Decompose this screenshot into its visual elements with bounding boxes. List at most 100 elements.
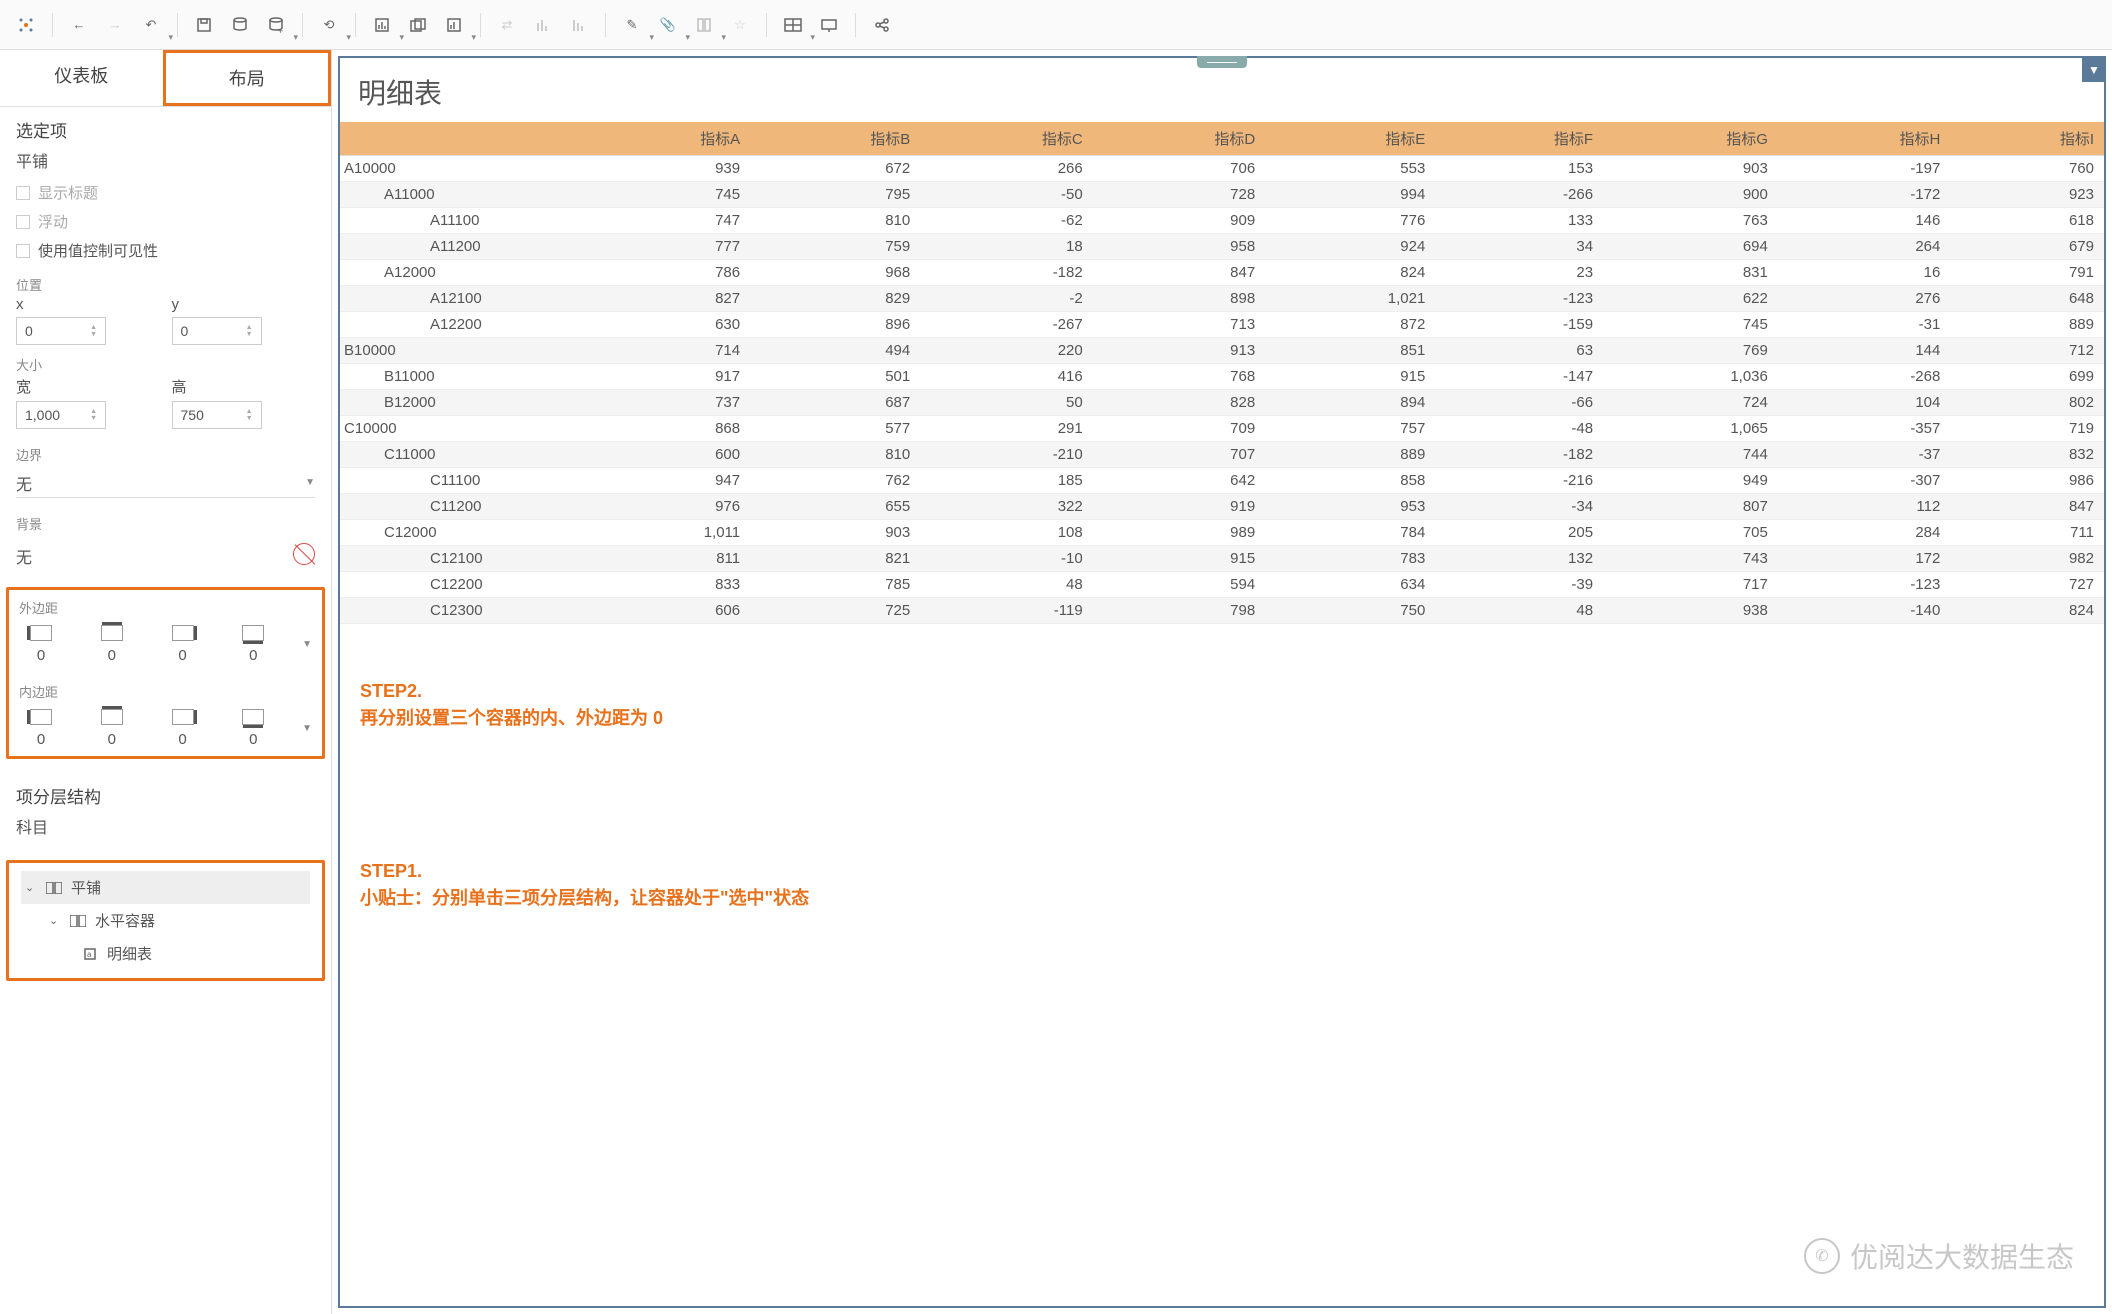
outer-margin-bottom[interactable]: 0 xyxy=(231,625,275,664)
outer-margin-dropdown[interactable]: ▼ xyxy=(302,639,312,650)
cell: 802 xyxy=(1950,390,2104,416)
bg-dropdown[interactable]: 无 xyxy=(16,541,32,571)
outer-margin-top[interactable]: 0 xyxy=(90,625,134,664)
cell: 185 xyxy=(920,468,1092,494)
back-icon[interactable]: ← xyxy=(63,9,95,41)
tab-layout[interactable]: 布局 xyxy=(163,50,332,106)
table-row[interactable]: A11100747810-62909776133763146618 xyxy=(340,208,2104,234)
row-label: A11000 xyxy=(340,182,580,208)
chk-visibility[interactable]: 使用值控制可见性 xyxy=(16,236,315,265)
cell: 976 xyxy=(580,494,750,520)
table-row[interactable]: A10000939672266706553153903-197760 xyxy=(340,156,2104,182)
hierarchy-label: 项分层结构 xyxy=(16,783,315,808)
detail-sheet[interactable]: ▼ 明细表 指标A指标B指标C指标D指标E指标F指标G指标H指标I A10000… xyxy=(338,56,2106,1308)
table-row[interactable]: B1000071449422091385163769144712 xyxy=(340,338,2104,364)
inner-margin-dropdown[interactable]: ▼ xyxy=(302,723,312,734)
group-icon[interactable] xyxy=(688,9,720,41)
inner-margin-bottom[interactable]: 0 xyxy=(231,709,275,748)
inner-margin-left[interactable]: 0 xyxy=(19,709,63,748)
position-label: 位置 xyxy=(16,275,315,294)
table-row[interactable]: A12100827829-28981,021-123622276648 xyxy=(340,286,2104,312)
undo-icon[interactable]: ↶ xyxy=(135,9,167,41)
col-header[interactable]: 指标G xyxy=(1603,122,1778,156)
table-row[interactable]: A12200630896-267713872-159745-31889 xyxy=(340,312,2104,338)
cell: 898 xyxy=(1093,286,1265,312)
tree-item-detail[interactable]: a 明细表 xyxy=(21,937,310,970)
col-header[interactable]: 指标A xyxy=(580,122,750,156)
cell: 982 xyxy=(1950,546,2104,572)
cell: 50 xyxy=(920,390,1092,416)
chk-float[interactable]: 浮动 xyxy=(16,207,315,236)
y-input[interactable]: 0▲▼ xyxy=(172,317,262,345)
cell: 900 xyxy=(1603,182,1778,208)
save-icon[interactable] xyxy=(188,9,220,41)
cell: 618 xyxy=(1950,208,2104,234)
pin-icon[interactable]: ☆ xyxy=(724,9,756,41)
h-input[interactable]: 750▲▼ xyxy=(172,401,262,429)
sidebar-tabs: 仪表板 布局 xyxy=(0,50,331,107)
table-row[interactable]: B1200073768750828894-66724104802 xyxy=(340,390,2104,416)
show-labels-icon[interactable] xyxy=(777,9,809,41)
presentation-icon[interactable] xyxy=(813,9,845,41)
col-header[interactable]: 指标H xyxy=(1778,122,1950,156)
cell: 947 xyxy=(580,468,750,494)
duplicate-icon[interactable] xyxy=(402,9,434,41)
highlight-icon[interactable]: ✎ xyxy=(616,9,648,41)
tree-item-tile[interactable]: ⌄ 平铺 xyxy=(21,871,310,904)
inner-margin-top[interactable]: 0 xyxy=(90,709,134,748)
outer-margin-left[interactable]: 0 xyxy=(19,625,63,664)
outer-margin-right[interactable]: 0 xyxy=(161,625,205,664)
tree-item-hcontainer[interactable]: ⌄ 水平容器 xyxy=(21,904,310,937)
cell: 807 xyxy=(1603,494,1778,520)
table-row[interactable]: C1220083378548594634-39717-123727 xyxy=(340,572,2104,598)
table-row[interactable]: C11100947762185642858-216949-307986 xyxy=(340,468,2104,494)
auto-update-icon[interactable]: ⟲ xyxy=(313,9,345,41)
cell: 832 xyxy=(1950,442,2104,468)
cell: -357 xyxy=(1778,416,1950,442)
w-label: 宽 xyxy=(16,376,160,397)
col-header[interactable]: 指标E xyxy=(1265,122,1435,156)
sort-asc-icon[interactable] xyxy=(527,9,559,41)
cell: -140 xyxy=(1778,598,1950,624)
col-header[interactable]: 指标C xyxy=(920,122,1092,156)
new-worksheet-icon[interactable] xyxy=(366,9,398,41)
col-header[interactable]: 指标B xyxy=(750,122,920,156)
row-label: C12300 xyxy=(340,598,580,624)
table-row[interactable]: C120001,011903108989784205705284711 xyxy=(340,520,2104,546)
cell: 16 xyxy=(1778,260,1950,286)
table-row[interactable]: C10000868577291709757-481,065-357719 xyxy=(340,416,2104,442)
swap-icon[interactable]: ⇄ xyxy=(491,9,523,41)
clear-icon[interactable] xyxy=(438,9,470,41)
table-row[interactable]: C11000600810-210707889-182744-37832 xyxy=(340,442,2104,468)
col-header[interactable]: 指标D xyxy=(1093,122,1265,156)
x-input[interactable]: 0▲▼ xyxy=(16,317,106,345)
table-row[interactable]: A11000745795-50728994-266900-172923 xyxy=(340,182,2104,208)
tab-dashboard[interactable]: 仪表板 xyxy=(0,50,163,106)
table-row[interactable]: C12300606725-11979875048938-140824 xyxy=(340,598,2104,624)
share-icon[interactable] xyxy=(866,9,898,41)
attach-icon[interactable]: 📎 xyxy=(652,9,684,41)
forward-icon[interactable]: → xyxy=(99,9,131,41)
cell: 717 xyxy=(1603,572,1778,598)
new-datasource-icon[interactable] xyxy=(224,9,256,41)
cell: 795 xyxy=(750,182,920,208)
col-header[interactable]: 指标F xyxy=(1435,122,1603,156)
bg-none-icon[interactable] xyxy=(293,543,315,565)
cell: 634 xyxy=(1265,572,1435,598)
sheet-menu-caret[interactable]: ▼ xyxy=(2082,58,2106,82)
table-row[interactable]: C11200976655322919953-34807112847 xyxy=(340,494,2104,520)
border-dropdown[interactable]: 无▼ xyxy=(16,468,315,498)
refresh-data-icon[interactable]: + xyxy=(260,9,292,41)
drag-handle[interactable] xyxy=(1197,56,1247,68)
table-row[interactable]: B11000917501416768915-1471,036-268699 xyxy=(340,364,2104,390)
w-input[interactable]: 1,000▲▼ xyxy=(16,401,106,429)
col-header[interactable]: 指标I xyxy=(1950,122,2104,156)
table-row[interactable]: A112007777591895892434694264679 xyxy=(340,234,2104,260)
table-row[interactable]: A12000786968-1828478242383116791 xyxy=(340,260,2104,286)
chk-show-title[interactable]: 显示标题 xyxy=(16,178,315,207)
col-header[interactable] xyxy=(340,122,580,156)
sort-desc-icon[interactable] xyxy=(563,9,595,41)
table-row[interactable]: C12100811821-10915783132743172982 xyxy=(340,546,2104,572)
cell: 760 xyxy=(1950,156,2104,182)
inner-margin-right[interactable]: 0 xyxy=(161,709,205,748)
